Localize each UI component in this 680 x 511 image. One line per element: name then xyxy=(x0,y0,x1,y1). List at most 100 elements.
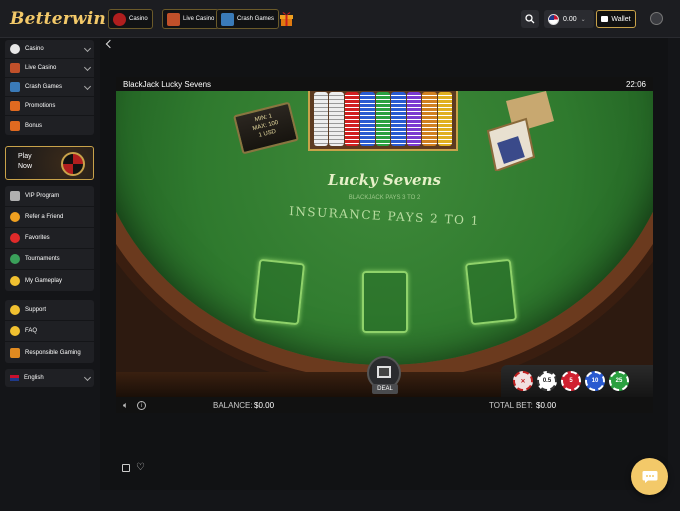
speaker-icon[interactable]: 🔈︎ xyxy=(123,400,128,411)
promotions-icon xyxy=(10,101,20,111)
chip-rack xyxy=(308,91,458,151)
language-selector[interactable]: English xyxy=(5,369,94,387)
chip-5[interactable]: 5 xyxy=(561,371,581,391)
sidebar-item-faq[interactable]: FAQ xyxy=(5,321,94,342)
chip-column xyxy=(422,92,437,146)
sidebar-item-label: My Gameplay xyxy=(25,277,63,284)
chip-column xyxy=(314,92,329,146)
sidebar-item-crash-games[interactable]: Crash Games xyxy=(5,78,94,97)
game-footer: 🔈︎ i BALANCE: $0.00 TOTAL BET: $0.00 xyxy=(116,397,653,413)
sidebar-item-refer-a-friend[interactable]: Refer a Friend xyxy=(5,207,94,228)
search-button[interactable] xyxy=(521,10,539,28)
game-title: BlackJack Lucky Sevens xyxy=(123,79,212,89)
balance-value: $0.00 xyxy=(254,400,275,410)
search-icon xyxy=(525,14,535,24)
total-bet-value: $0.00 xyxy=(536,400,557,410)
sidebar-categories: Casino Live Casino Crash Games Promotion… xyxy=(5,40,94,135)
sidebar-item-label: Tournaments xyxy=(25,256,60,262)
bet-spot-right[interactable] xyxy=(464,258,518,326)
live-casino-icon xyxy=(10,63,20,73)
favorite-heart-icon[interactable]: ♡ xyxy=(136,462,145,473)
sidebar-item-label: VIP Program xyxy=(25,193,60,199)
chevron-down-icon xyxy=(83,63,92,72)
wallet-button[interactable]: Wallet xyxy=(596,10,636,28)
topnav-label: Crash Games xyxy=(237,16,275,22)
wallet-label: Wallet xyxy=(611,15,631,23)
sidebar-item-label: Bonus xyxy=(25,122,43,129)
balance-selector[interactable]: 0.00 ⌄ xyxy=(544,10,594,28)
chevron-down-icon xyxy=(83,82,92,91)
chat-button[interactable] xyxy=(631,458,668,495)
bonus-icon xyxy=(10,120,20,131)
topnav-crash-games[interactable]: Crash Games xyxy=(216,9,280,29)
clear-bet-button[interactable]: ✕ xyxy=(513,371,533,391)
sidebar: Casino Live Casino Crash Games Promotion… xyxy=(0,38,98,511)
chip-column xyxy=(406,92,422,146)
game-clock: 22:06 xyxy=(625,79,646,89)
total-bet-label: TOTAL BET: xyxy=(489,400,533,410)
sidebar-item-label: Live Casino xyxy=(25,65,57,71)
play-now-banner[interactable]: Play Now xyxy=(5,146,94,180)
chip-column xyxy=(437,92,452,146)
language-label: English xyxy=(24,375,44,381)
chevron-down-icon: ⌄ xyxy=(580,16,586,23)
sidebar-item-live-casino[interactable]: Live Casino xyxy=(5,59,94,78)
chip-column xyxy=(375,92,391,146)
sidebar-item-favorites[interactable]: Favorites xyxy=(5,228,94,249)
bet-spot-left[interactable] xyxy=(252,258,306,326)
topnav-label: Live Casino xyxy=(183,16,215,22)
sidebar-engage: VIP Program Refer a Friend Favorites Tou… xyxy=(5,186,94,291)
fullscreen-icon[interactable] xyxy=(122,464,130,472)
top-bar: Betterwin Casino Live Casino Crash Games… xyxy=(0,0,680,38)
gift-icon[interactable] xyxy=(279,10,294,26)
heart-icon xyxy=(10,233,20,243)
blackjack-table: MIN: 1 MAX: 100 1 USD Lucky Sevens BLACK… xyxy=(116,91,653,397)
sidebar-item-label: Casino xyxy=(25,46,44,52)
brand-logo[interactable]: Betterwin xyxy=(10,9,106,29)
responsible-icon xyxy=(10,347,20,358)
topnav-casino[interactable]: Casino xyxy=(108,9,153,29)
bet-spot-center[interactable] xyxy=(362,271,408,333)
sidebar-item-tournaments[interactable]: Tournaments xyxy=(5,249,94,270)
chip-column xyxy=(329,92,344,146)
topnav-live-casino[interactable]: Live Casino xyxy=(162,9,220,29)
chip-0-5[interactable]: 0.5 xyxy=(537,371,557,391)
uk-flag-icon xyxy=(10,375,19,381)
crash-games-icon xyxy=(10,82,20,92)
sidebar-item-bonus[interactable]: Bonus xyxy=(5,116,94,135)
sidebar-item-vip-program[interactable]: VIP Program xyxy=(5,186,94,207)
topnav-label: Casino xyxy=(129,16,148,22)
deal-label[interactable]: DEAL xyxy=(372,384,398,394)
chat-bubble-icon xyxy=(642,470,657,483)
faq-icon xyxy=(10,326,20,336)
balance-amount: 0.00 xyxy=(563,15,577,23)
casino-icon xyxy=(10,44,20,54)
sidebar-item-my-gameplay[interactable]: My Gameplay xyxy=(5,270,94,291)
chip-selector: ✕ 0.5 5 10 25 xyxy=(501,365,653,397)
balance-label: BALANCE: xyxy=(213,400,253,410)
card-shoe-icon xyxy=(486,91,554,171)
chip-column xyxy=(344,92,360,146)
sidebar-item-support[interactable]: Support xyxy=(5,300,94,321)
sidebar-item-label: Promotions xyxy=(25,103,56,109)
chevron-down-icon xyxy=(83,373,92,382)
live-dealer-icon xyxy=(167,12,180,26)
sidebar-item-casino[interactable]: Casino xyxy=(5,40,94,59)
sidebar-item-responsible-gaming[interactable]: Responsible Gaming xyxy=(5,342,94,363)
table-logo: Lucky Sevens xyxy=(328,171,441,189)
chip-25[interactable]: 25 xyxy=(609,371,629,391)
chip-10[interactable]: 10 xyxy=(585,371,605,391)
us-flag-icon xyxy=(548,13,559,25)
tournament-icon xyxy=(10,254,20,264)
gameplay-icon xyxy=(10,275,20,286)
language-item[interactable]: English xyxy=(5,369,94,387)
sidebar-item-label: Responsible Gaming xyxy=(25,349,81,356)
info-icon[interactable]: i xyxy=(137,400,146,410)
support-icon xyxy=(10,305,20,315)
sidebar-item-label: Refer a Friend xyxy=(25,214,64,220)
avatar[interactable] xyxy=(650,12,663,25)
sidebar-item-promotions[interactable]: Promotions xyxy=(5,97,94,116)
sidebar-help: Support FAQ Responsible Gaming xyxy=(5,300,94,363)
sidebar-item-label: Support xyxy=(25,307,47,313)
game-header: BlackJack Lucky Sevens 22:06 xyxy=(116,77,653,91)
